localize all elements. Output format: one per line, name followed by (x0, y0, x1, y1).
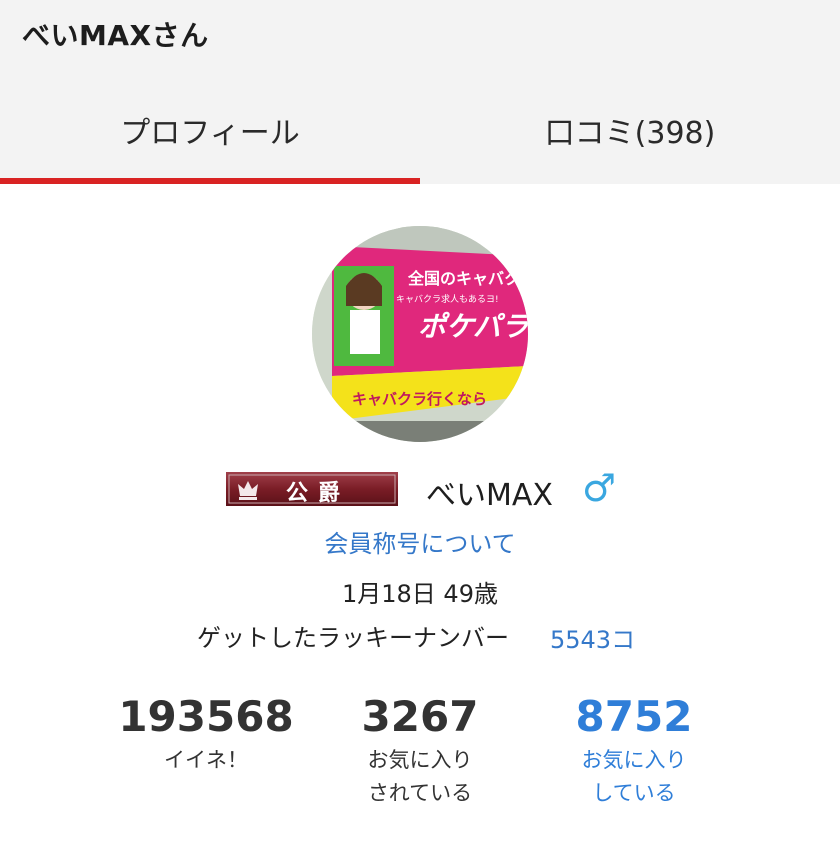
user-name: べいMAX (426, 478, 553, 513)
avatar-text-2: ポケパラ (418, 310, 528, 343)
favoriting-label-line2[interactable]: している (554, 777, 714, 810)
rank-badge: 公爵 (226, 472, 398, 506)
lucky-number-count[interactable]: 5543コ (550, 620, 635, 655)
favoriting-count[interactable]: 8752 (554, 690, 714, 744)
rank-label: 公爵 (286, 480, 351, 506)
avatar: 全国のキャバクラ ポケパラ キャバクラ求人もあるヨ! キャバクラ行くなら (312, 226, 528, 442)
male-icon: ♂ (582, 466, 617, 510)
lucky-number-label: ゲットしたラッキーナンバー (197, 624, 509, 652)
avatar-text-1: 全国のキャバクラ (407, 269, 528, 288)
favorited-by-label-line1: お気に入り (367, 748, 473, 772)
avatar-image: 全国のキャバクラ ポケパラ キャバクラ求人もあるヨ! キャバクラ行くなら (312, 226, 528, 442)
stat-likes: 193568 イイネ！ (111, 690, 301, 777)
tab-profile[interactable]: プロフィール (0, 108, 420, 152)
birthday-age: 1月18日 49歳 (342, 580, 498, 608)
avatar-text-3: キャバクラ求人もあるヨ! (396, 293, 499, 305)
stat-favoriting[interactable]: 8752 お気に入り している (554, 690, 714, 810)
avatar-text-4: キャバクラ行くなら (352, 390, 487, 408)
page-title: べいMAXさん (22, 19, 209, 52)
tab-reviews[interactable]: 口コミ(398) (420, 108, 840, 152)
active-tab-indicator (0, 178, 420, 184)
app-header: べいMAXさん プロフィール 口コミ(398) (0, 0, 840, 184)
stat-favorited-by: 3267 お気に入り されている (340, 690, 500, 810)
favorited-by-count: 3267 (361, 692, 479, 741)
member-title-link[interactable]: 会員称号について (0, 524, 840, 559)
favoriting-label-line1[interactable]: お気に入り (554, 744, 714, 777)
likes-count: 193568 (118, 692, 294, 741)
favorited-by-label-line2: されている (367, 781, 473, 805)
likes-label: イイネ！ (164, 748, 248, 772)
